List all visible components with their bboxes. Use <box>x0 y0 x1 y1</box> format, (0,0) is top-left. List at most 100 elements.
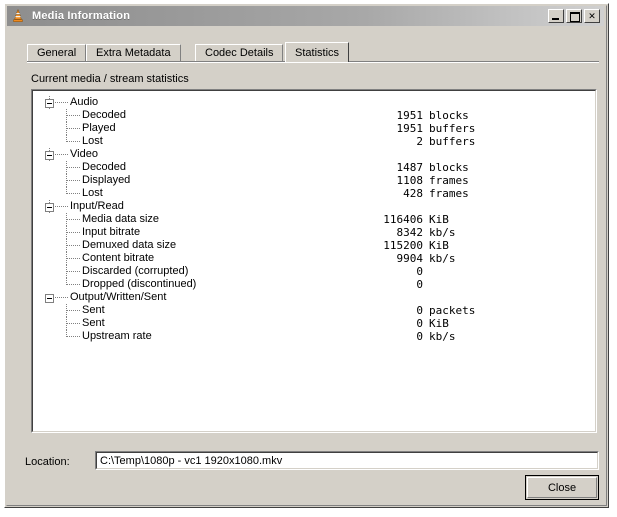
tree-item-label: Decoded <box>82 109 127 121</box>
tree-item-row[interactable]: Discarded (corrupted) 0 <box>33 265 595 278</box>
tree-item-value: 1487 <box>396 161 424 174</box>
close-window-button[interactable]: ✕ <box>584 9 600 23</box>
tree-item-unit: blocks <box>429 161 469 174</box>
tree-item-value: 115200 <box>383 239 423 252</box>
tab-general[interactable]: General <box>27 44 87 61</box>
tree-item-label: Lost <box>82 135 103 147</box>
tree-item-value: 1108 <box>396 174 424 187</box>
tree-connector-line <box>55 297 68 298</box>
tree-item-value: 428 <box>403 187 423 200</box>
tree-collapse-icon[interactable] <box>45 294 54 303</box>
tree-connector-line <box>67 141 80 142</box>
maximize-icon <box>570 12 580 22</box>
tree-item-value: 2 <box>416 135 423 148</box>
tree-connector-line <box>67 323 80 324</box>
tree-item-label: Sent <box>82 317 105 329</box>
tree-item-value: 0 <box>416 278 423 291</box>
window-controls: ✕ <box>548 9 600 23</box>
tree-item-label: Lost <box>82 187 103 199</box>
statistics-panel: Audio Decoded 1951 blocks Played 1951 buffers L… <box>31 89 597 433</box>
statistics-tree: Audio Decoded 1951 blocks Played 1951 buffers L… <box>33 96 595 343</box>
tree-group-row[interactable]: Output/Written/Sent <box>33 291 595 304</box>
tree-item-value: 0 <box>416 304 423 317</box>
tree-item-row[interactable]: Sent 0 packets <box>33 304 595 317</box>
tree-item-label: Decoded <box>82 161 127 173</box>
tree-item-value: 116406 <box>383 213 423 226</box>
tree-item-label: Displayed <box>82 174 131 186</box>
tree-item-value: 0 <box>416 317 423 330</box>
tree-item-label: Discarded (corrupted) <box>82 265 189 277</box>
tree-item-row[interactable]: Content bitrate 9904 kb/s <box>33 252 595 265</box>
tree-item-row[interactable]: Lost 2 buffers <box>33 135 595 148</box>
tree-item-label: Sent <box>82 304 105 316</box>
tree-item-value: 8342 <box>396 226 424 239</box>
tree-item-label: Media data size <box>82 213 160 225</box>
tree-item-unit: KiB <box>429 213 449 226</box>
tree-item-label: Upstream rate <box>82 330 152 342</box>
tree-item-unit: buffers <box>429 122 476 135</box>
tab-statistics[interactable]: Statistics <box>285 42 350 62</box>
tree-item-row[interactable]: Dropped (discontinued) 0 <box>33 278 595 291</box>
tree-connector-line <box>67 284 80 285</box>
tree-connector-line <box>67 128 80 129</box>
tree-group-row[interactable]: Video <box>33 148 595 161</box>
tree-item-label: Input bitrate <box>82 226 141 238</box>
tree-item-row[interactable]: Decoded 1487 blocks <box>33 161 595 174</box>
tree-item-unit: blocks <box>429 109 469 122</box>
tree-item-row[interactable]: Decoded 1951 blocks <box>33 109 595 122</box>
tree-item-value: 1951 <box>396 109 424 122</box>
tree-item-label: Video <box>70 148 98 160</box>
tree-connector-line <box>67 336 80 337</box>
window-title: Media Information <box>32 10 131 22</box>
tree-item-unit: KiB <box>429 317 449 330</box>
location-input[interactable]: C:\Temp\1080p - vc1 1920x1080.mkv <box>95 451 599 470</box>
tree-group-row[interactable]: Audio <box>33 96 595 109</box>
tree-item-row[interactable]: Sent 0 KiB <box>33 317 595 330</box>
tab-codec-details[interactable]: Codec Details <box>195 44 284 61</box>
tree-connector-line <box>67 115 80 116</box>
tree-connector-line <box>67 180 80 181</box>
tree-item-row[interactable]: Demuxed data size 115200 KiB <box>33 239 595 252</box>
tree-item-value: 0 <box>416 265 423 278</box>
tree-collapse-icon[interactable] <box>45 151 54 160</box>
close-icon: ✕ <box>588 11 596 21</box>
tree-item-row[interactable]: Displayed 1108 frames <box>33 174 595 187</box>
tree-collapse-icon[interactable] <box>45 203 54 212</box>
title-bar[interactable]: Media Information ✕ <box>7 6 604 26</box>
tree-collapse-icon[interactable] <box>45 99 54 108</box>
tree-connector-line <box>67 167 80 168</box>
tree-connector-line <box>55 206 68 207</box>
tree-item-unit: kb/s <box>429 252 456 265</box>
tree-item-label: Input/Read <box>70 200 124 212</box>
location-label: Location: <box>25 456 70 468</box>
tree-item-row[interactable]: Input bitrate 8342 kb/s <box>33 226 595 239</box>
tree-item-row[interactable]: Media data size 116406 KiB <box>33 213 595 226</box>
tree-connector-line <box>67 193 80 194</box>
tree-item-value: 0 <box>416 330 423 343</box>
tab-strip: General Extra Metadata Codec Details Sta… <box>27 42 599 63</box>
tree-item-unit: kb/s <box>429 226 456 239</box>
tree-item-unit: buffers <box>429 135 476 148</box>
tree-group-row[interactable]: Input/Read <box>33 200 595 213</box>
tab-extra-metadata[interactable]: Extra Metadata <box>86 44 181 61</box>
tree-item-unit: kb/s <box>429 330 456 343</box>
tree-item-unit: packets <box>429 304 476 317</box>
media-information-window: Media Information ✕ General Extra Metada… <box>4 3 609 508</box>
minimize-icon <box>552 18 559 20</box>
minimize-button[interactable] <box>548 9 564 23</box>
maximize-button[interactable] <box>566 9 582 23</box>
tree-item-label: Output/Written/Sent <box>70 291 167 303</box>
tree-item-unit: frames <box>429 174 469 187</box>
tree-item-row[interactable]: Lost 428 frames <box>33 187 595 200</box>
tree-item-row[interactable]: Upstream rate 0 kb/s <box>33 330 595 343</box>
tree-item-label: Demuxed data size <box>82 239 177 251</box>
tree-connector-line <box>55 102 68 103</box>
tree-item-value: 9904 <box>396 252 424 265</box>
tree-item-label: Audio <box>70 96 99 108</box>
tree-item-unit: KiB <box>429 239 449 252</box>
location-input-text: C:\Temp\1080p - vc1 1920x1080.mkv <box>96 452 598 469</box>
tree-item-row[interactable]: Played 1951 buffers <box>33 122 595 135</box>
tree-connector-line <box>67 245 80 246</box>
close-button-label: Close <box>527 477 597 498</box>
close-button[interactable]: Close <box>525 475 599 500</box>
